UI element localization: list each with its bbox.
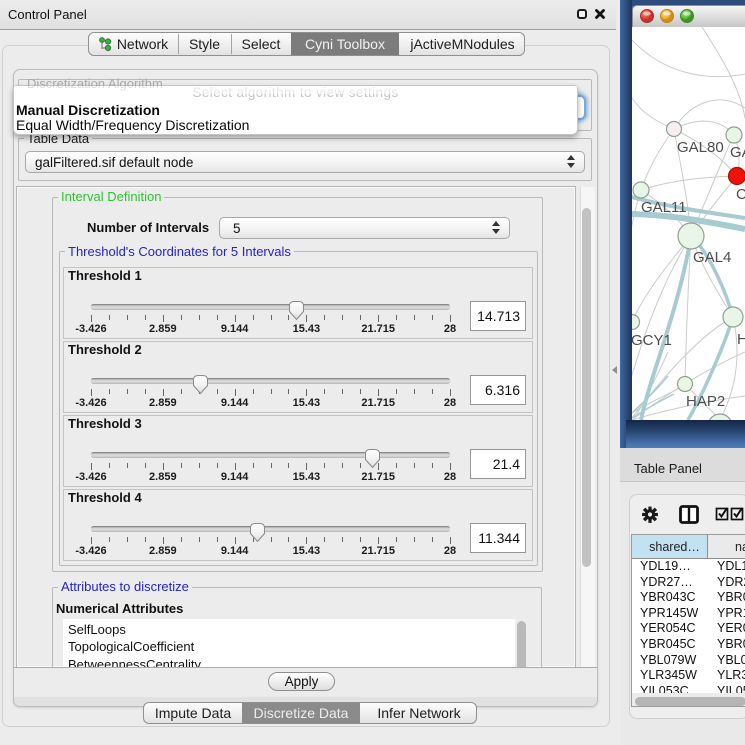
svg-text:C: C <box>736 186 745 203</box>
svg-text:GA: GA <box>730 144 745 161</box>
svg-text:H: H <box>737 331 745 348</box>
svg-text:GAL11: GAL11 <box>641 199 687 216</box>
svg-text:HAP2: HAP2 <box>686 393 725 410</box>
svg-text:GAL80: GAL80 <box>677 139 724 156</box>
svg-text:GAL4: GAL4 <box>693 249 731 266</box>
svg-text:GCY1: GCY1 <box>632 332 672 349</box>
